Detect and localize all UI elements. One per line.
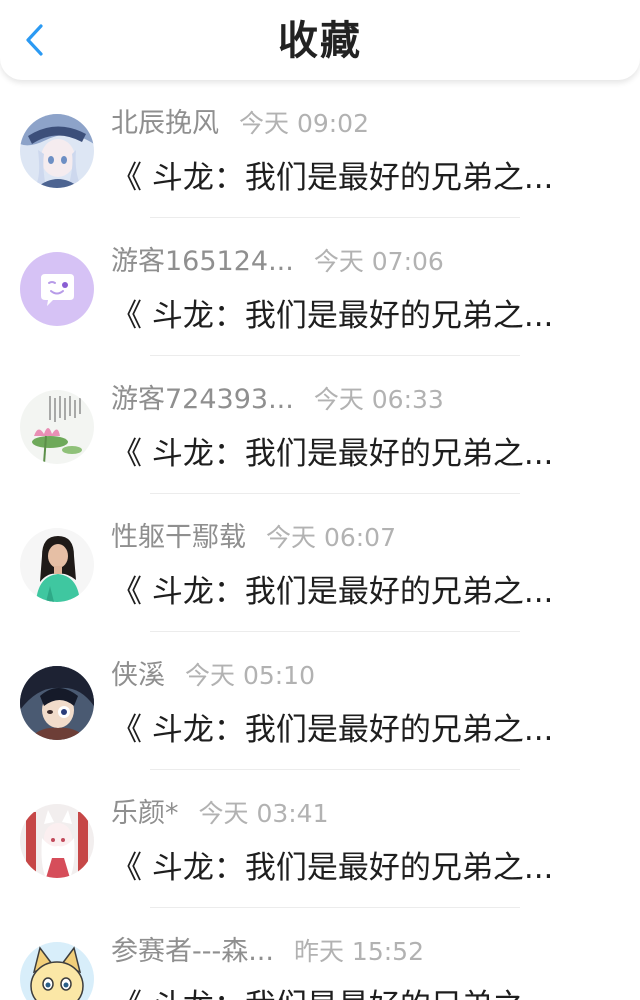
avatar <box>20 804 94 878</box>
item-meta: 游客724393... 今天 06:33 <box>111 380 444 423</box>
post-title[interactable]: 《 斗龙：我们是最好的兄弟之... <box>111 846 591 890</box>
anime-girl-avatar-icon <box>20 114 94 188</box>
item-meta: 乐颜* 今天 03:41 <box>111 794 329 837</box>
post-title[interactable]: 《 斗龙：我们是最好的兄弟之... <box>111 984 591 1000</box>
avatar <box>20 942 94 1000</box>
default-chat-avatar-icon <box>20 252 94 326</box>
post-time: 今天 03:41 <box>198 799 329 828</box>
avatar <box>20 666 94 740</box>
avatar <box>20 528 94 602</box>
post-title[interactable]: 《 斗龙：我们是最好的兄弟之... <box>111 570 591 614</box>
user-name[interactable]: 侠溪 <box>111 660 165 691</box>
post-time: 昨天 15:52 <box>293 937 424 966</box>
user-name[interactable]: 游客724393... <box>111 384 294 415</box>
user-name[interactable]: 乐颜* <box>111 798 179 829</box>
post-title[interactable]: 《 斗龙：我们是最好的兄弟之... <box>111 156 591 200</box>
item-meta: 侠溪 今天 05:10 <box>111 656 315 699</box>
list-item[interactable]: 游客165124... 今天 07:06 《 斗龙：我们是最好的兄弟之... <box>0 218 640 356</box>
list-item[interactable]: 性躯干鄢载 今天 06:07 《 斗龙：我们是最好的兄弟之... <box>0 494 640 632</box>
list-item[interactable]: 参赛者---森... 昨天 15:52 《 斗龙：我们是最好的兄弟之... <box>0 908 640 1000</box>
user-name[interactable]: 游客165124... <box>111 246 294 277</box>
dark-anime-avatar-icon <box>20 666 94 740</box>
post-time: 今天 09:02 <box>239 109 369 138</box>
list-item[interactable]: 侠溪 今天 05:10 《 斗龙：我们是最好的兄弟之... <box>0 632 640 770</box>
favorites-list: 北辰挽风 今天 09:02 《 斗龙：我们是最好的兄弟之... 游客165124.… <box>0 80 640 1000</box>
page-title: 收藏 <box>278 18 362 64</box>
cartoon-cat-avatar-icon <box>20 942 94 1000</box>
user-name[interactable]: 参赛者---森... <box>111 936 274 967</box>
list-item[interactable]: 北辰挽风 今天 09:02 《 斗龙：我们是最好的兄弟之... <box>0 80 640 218</box>
favorites-screen: 收藏 北辰挽风 今天 09:02 《 斗龙：我们是最好的兄弟之... 游客165… <box>0 0 640 1000</box>
avatar <box>20 390 94 464</box>
post-title[interactable]: 《 斗龙：我们是最好的兄弟之... <box>111 708 591 752</box>
top-bar: 收藏 <box>0 0 640 80</box>
post-time: 今天 06:33 <box>313 385 444 414</box>
list-item[interactable]: 乐颜* 今天 03:41 《 斗龙：我们是最好的兄弟之... <box>0 770 640 908</box>
user-name[interactable]: 性躯干鄢载 <box>111 522 246 553</box>
user-name[interactable]: 北辰挽风 <box>111 108 219 139</box>
avatar <box>20 114 94 188</box>
lotus-avatar-icon <box>20 390 94 464</box>
list-item[interactable]: 游客724393... 今天 06:33 《 斗龙：我们是最好的兄弟之... <box>0 356 640 494</box>
post-time: 今天 05:10 <box>185 661 315 690</box>
post-title[interactable]: 《 斗龙：我们是最好的兄弟之... <box>111 432 591 476</box>
post-title[interactable]: 《 斗龙：我们是最好的兄弟之... <box>111 294 591 338</box>
item-meta: 性躯干鄢载 今天 06:07 <box>111 518 396 561</box>
item-meta: 游客165124... 今天 07:06 <box>111 242 444 285</box>
avatar <box>20 252 94 326</box>
item-meta: 参赛者---森... 昨天 15:52 <box>111 932 424 975</box>
girl-photo-avatar-icon <box>20 528 94 602</box>
item-meta: 北辰挽风 今天 09:02 <box>111 104 369 147</box>
post-time: 今天 06:07 <box>266 523 396 552</box>
fox-girl-avatar-icon <box>20 804 94 878</box>
post-time: 今天 07:06 <box>313 247 444 276</box>
